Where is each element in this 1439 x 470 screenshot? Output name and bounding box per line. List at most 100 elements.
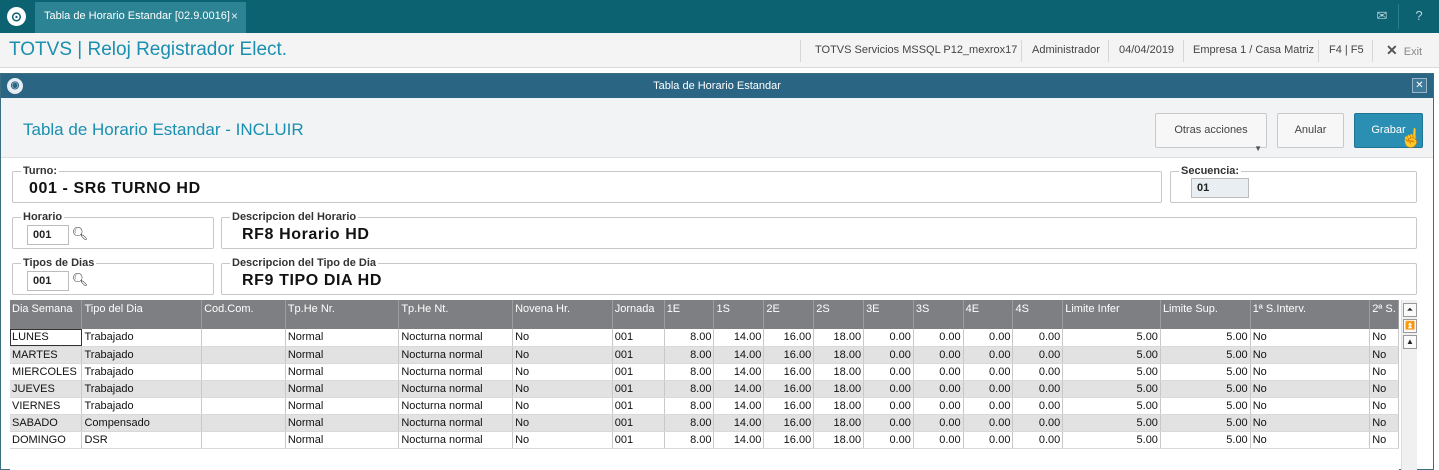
table-cell[interactable]: DOMINGO	[10, 431, 83, 449]
table-cell[interactable]: 16.00	[763, 414, 815, 432]
table-cell[interactable]: Nocturna normal	[398, 431, 514, 449]
table-cell[interactable]: Trabajado	[81, 397, 203, 415]
table-cell[interactable]: No	[512, 380, 613, 398]
dialog-close-icon[interactable]: ✕	[1412, 78, 1427, 93]
table-cell[interactable]: 0.00	[863, 380, 914, 398]
table-cell[interactable]: 5.00	[1062, 329, 1161, 347]
table-cell[interactable]: 0.00	[913, 329, 964, 347]
table-cell[interactable]: 8.00	[664, 329, 715, 347]
table-cell[interactable]: No	[1369, 329, 1399, 347]
tipos-dias-search-icon[interactable]: 🔍︎	[71, 271, 89, 289]
table-cell[interactable]: Normal	[285, 329, 400, 347]
table-cell[interactable]: 0.00	[913, 397, 964, 415]
column-header[interactable]: 3E	[863, 300, 914, 329]
table-cell[interactable]: 0.00	[1012, 397, 1064, 415]
table-cell[interactable]: 16.00	[763, 380, 815, 398]
table-cell[interactable]: Trabajado	[81, 363, 203, 381]
table-cell[interactable]: 0.00	[863, 397, 914, 415]
column-header[interactable]: Novena Hr.	[512, 300, 613, 329]
table-cell[interactable]: 18.00	[813, 346, 865, 364]
column-header[interactable]: 2ª S.	[1369, 300, 1399, 329]
table-cell[interactable]: 0.00	[863, 431, 914, 449]
table-cell[interactable]: 18.00	[813, 329, 865, 347]
table-cell[interactable]: No	[1369, 414, 1399, 432]
column-header[interactable]: 1S	[713, 300, 765, 329]
table-cell[interactable]	[201, 363, 286, 381]
table-cell[interactable]: 0.00	[913, 346, 964, 364]
table-cell[interactable]: No	[1250, 397, 1371, 415]
table-cell[interactable]: 14.00	[713, 329, 765, 347]
table-cell[interactable]: 8.00	[664, 414, 715, 432]
table-cell[interactable]: 5.00	[1160, 397, 1251, 415]
table-cell[interactable]: MIERCOLES	[10, 363, 83, 381]
table-cell[interactable]: 0.00	[863, 363, 914, 381]
table-cell[interactable]: No	[512, 329, 613, 347]
table-cell[interactable]: No	[512, 414, 613, 432]
table-cell[interactable]: 0.00	[963, 414, 1014, 432]
table-cell[interactable]: 8.00	[664, 380, 715, 398]
table-cell[interactable]: 0.00	[913, 380, 964, 398]
column-header[interactable]: Tp.He Nt.	[398, 300, 514, 329]
table-cell[interactable]	[201, 431, 286, 449]
tipos-dias-input[interactable]: 001	[27, 271, 69, 291]
column-header[interactable]: Limite Infer	[1062, 300, 1161, 329]
table-cell[interactable]: 5.00	[1160, 380, 1251, 398]
help-icon[interactable]: ?	[1411, 8, 1427, 24]
table-cell[interactable]: Normal	[285, 431, 400, 449]
table-cell[interactable]: 14.00	[713, 397, 765, 415]
table-cell[interactable]: 0.00	[1012, 414, 1064, 432]
grid-vertical-scrollbar[interactable]: ⏶ ⏫ ▲	[1401, 300, 1417, 470]
table-cell[interactable]: No	[1369, 363, 1399, 381]
table-cell[interactable]: No	[1250, 346, 1371, 364]
table-cell[interactable]: Normal	[285, 397, 400, 415]
table-cell[interactable]: No	[512, 363, 613, 381]
table-cell[interactable]: No	[512, 397, 613, 415]
table-cell[interactable]	[201, 414, 286, 432]
table-cell[interactable]: 16.00	[763, 329, 815, 347]
table-cell[interactable]: 5.00	[1062, 380, 1161, 398]
table-cell[interactable]: No	[1250, 363, 1371, 381]
turno-field[interactable]: Turno: 001 - SR6 TURNO HD	[12, 165, 1162, 203]
table-cell[interactable]: 001	[612, 414, 665, 432]
table-cell[interactable]	[201, 346, 286, 364]
table-cell[interactable]: 16.00	[763, 363, 815, 381]
table-cell[interactable]: 14.00	[713, 346, 765, 364]
horario-search-icon[interactable]: 🔍︎	[71, 225, 89, 243]
table-cell[interactable]: 5.00	[1062, 363, 1161, 381]
table-cell[interactable]: 16.00	[763, 397, 815, 415]
column-header[interactable]: 4S	[1012, 300, 1064, 329]
table-cell[interactable]: 001	[612, 329, 665, 347]
horario-input[interactable]: 001	[27, 225, 69, 245]
table-cell[interactable]: DSR	[81, 431, 203, 449]
table-cell[interactable]: VIERNES	[10, 397, 83, 415]
table-cell[interactable]: Normal	[285, 414, 400, 432]
table-cell[interactable]: Nocturna normal	[398, 397, 514, 415]
table-cell[interactable]: No	[1369, 397, 1399, 415]
table-cell[interactable]: 0.00	[1012, 329, 1064, 347]
column-header[interactable]: 2S	[813, 300, 865, 329]
table-cell[interactable]: 0.00	[963, 363, 1014, 381]
secuencia-input[interactable]: 01	[1191, 178, 1249, 198]
table-cell[interactable]: 0.00	[963, 329, 1014, 347]
table-cell[interactable]: 8.00	[664, 397, 715, 415]
other-actions-button[interactable]: Otras acciones ▼	[1155, 113, 1267, 153]
table-cell[interactable]: 14.00	[713, 380, 765, 398]
table-cell[interactable]: 14.00	[713, 414, 765, 432]
table-cell[interactable]: 8.00	[664, 346, 715, 364]
table-cell[interactable]: 18.00	[813, 414, 865, 432]
totvs-logo-icon[interactable]: ⊙	[7, 7, 26, 26]
table-cell[interactable]: No	[512, 431, 613, 449]
table-cell[interactable]: Nocturna normal	[398, 380, 514, 398]
date-info[interactable]: 04/04/2019	[1119, 44, 1174, 56]
exit-button[interactable]: ✕ Exit	[1386, 42, 1422, 59]
table-cell[interactable]: Nocturna normal	[398, 346, 514, 364]
table-cell[interactable]: 0.00	[1012, 346, 1064, 364]
table-cell[interactable]: LUNES	[10, 329, 83, 347]
column-header[interactable]: Jornada	[612, 300, 665, 329]
company-info[interactable]: Empresa 1 / Casa Matriz	[1193, 44, 1314, 56]
table-row[interactable]: SABADO Compensado Normal Nocturna normal No 0…	[10, 414, 1399, 432]
table-cell[interactable]: Normal	[285, 363, 400, 381]
table-cell[interactable]: No	[1369, 346, 1399, 364]
table-cell[interactable]	[201, 329, 286, 347]
table-cell[interactable]: JUEVES	[10, 380, 83, 398]
